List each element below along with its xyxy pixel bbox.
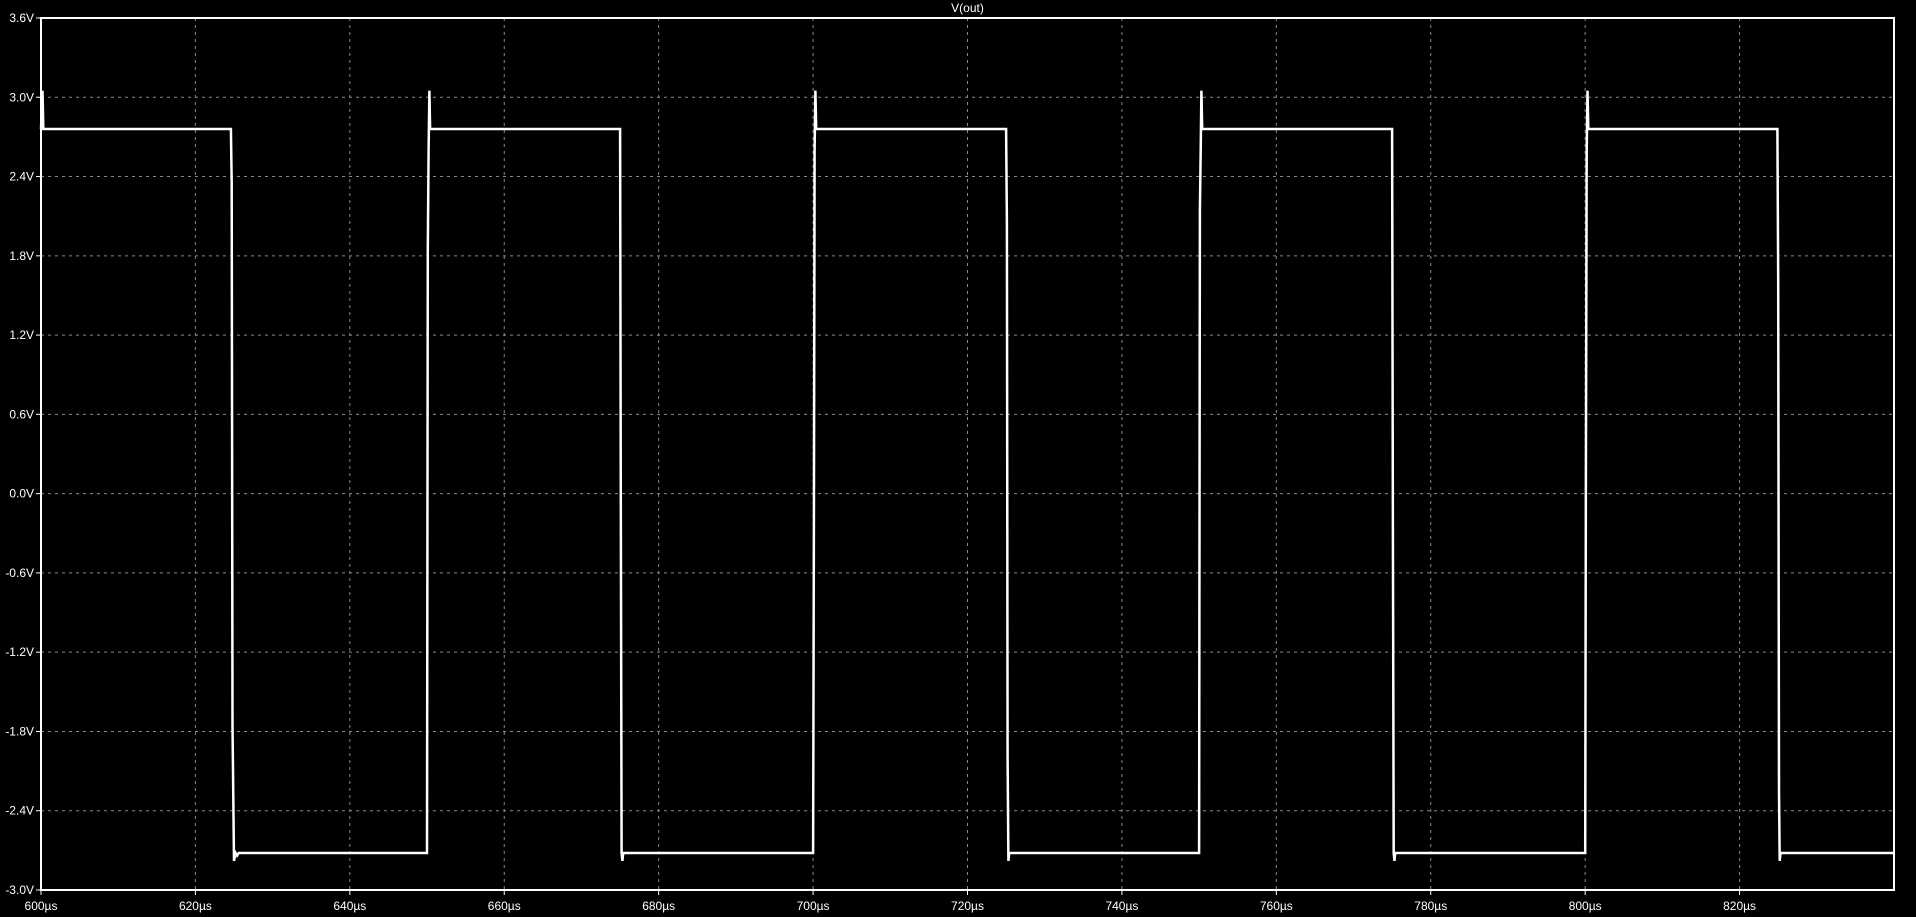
y-tick-label: 2.4V xyxy=(9,170,34,184)
y-tick-label: 3.0V xyxy=(9,90,34,104)
grid-lines xyxy=(41,18,1894,890)
x-tick-label: 780µs xyxy=(1414,899,1447,913)
y-tick-label: -1.2V xyxy=(5,645,34,659)
y-tick-label: -2.4V xyxy=(5,804,34,818)
x-tick-label: 700µs xyxy=(797,899,830,913)
y-tick-label: -0.6V xyxy=(5,566,34,580)
x-tick-label: 760µs xyxy=(1260,899,1293,913)
y-tick-label: 1.2V xyxy=(9,328,34,342)
tick-marks xyxy=(36,17,1741,895)
y-tick-label: -1.8V xyxy=(5,724,34,738)
chart-title: V(out) xyxy=(951,1,984,15)
x-tick-label: 800µs xyxy=(1569,899,1602,913)
waveform-plot: 600µs 620µs 640µs 660µs 680µs 700µs 720µs 740µs… xyxy=(5,1,1895,913)
x-tick-label: 620µs xyxy=(179,899,212,913)
y-tick-label: 1.8V xyxy=(9,249,34,263)
x-tick-label: 680µs xyxy=(642,899,675,913)
y-tick-label: 3.6V xyxy=(9,11,34,25)
y-tick-label: 0.0V xyxy=(9,487,34,501)
x-tick-label: 660µs xyxy=(488,899,521,913)
y-tick-label: 0.6V xyxy=(9,407,34,421)
x-tick-label: 640µs xyxy=(333,899,366,913)
x-tick-label: 820µs xyxy=(1723,899,1756,913)
tick-labels: 600µs 620µs 640µs 660µs 680µs 700µs 720µs 740µs… xyxy=(5,11,1756,913)
x-tick-label: 740µs xyxy=(1105,899,1138,913)
y-tick-label: -3.0V xyxy=(5,883,34,897)
x-tick-label: 720µs xyxy=(951,899,984,913)
x-tick-label: 600µs xyxy=(25,899,58,913)
